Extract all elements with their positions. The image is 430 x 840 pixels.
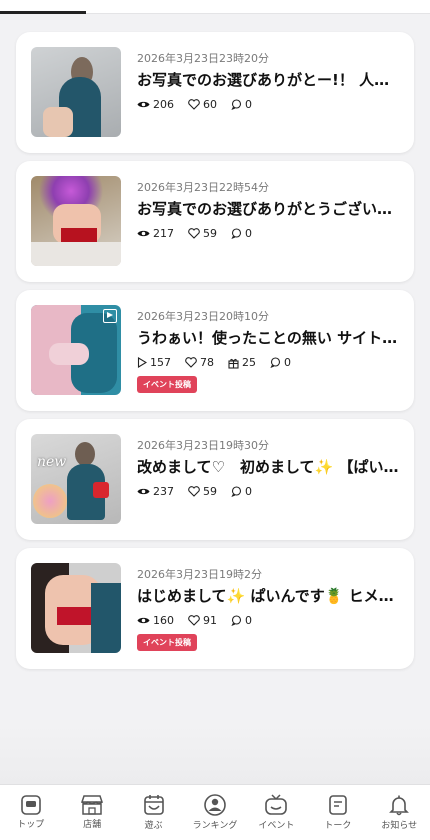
play-count: 157 (150, 356, 171, 369)
heart-icon[interactable] (188, 228, 200, 239)
comment-count: 0 (284, 356, 291, 369)
comment-icon[interactable] (231, 99, 242, 110)
scroll-fade (0, 724, 430, 784)
nav-item-notifications[interactable]: お知らせ (369, 785, 430, 840)
eye-icon (137, 487, 150, 496)
comment-icon[interactable] (270, 357, 281, 368)
bell-icon (389, 795, 410, 816)
post-stats: 206 60 0 (137, 98, 252, 111)
comment-count: 0 (245, 614, 252, 627)
post-title[interactable]: お写真でのお選びありがとー!！ 人… (137, 69, 399, 90)
post-card[interactable]: 2026年3月23日19時2分 はじめまして✨ ぱいんです🍍 ヒメ… 160 9… (16, 548, 414, 669)
post-stats: 157 78 25 0 (137, 356, 291, 369)
nav-item-event[interactable]: イベント (246, 785, 307, 840)
view-count: 237 (153, 485, 174, 498)
post-date: 2026年3月23日23時20分 (137, 52, 269, 65)
like-count: 91 (203, 614, 217, 627)
comment-icon[interactable] (231, 486, 242, 497)
ranking-icon (204, 794, 226, 816)
event-post-badge: イベント投稿 (137, 376, 197, 393)
post-stats: 217 59 0 (137, 227, 252, 240)
comment-count: 0 (245, 485, 252, 498)
eye-icon (137, 616, 150, 625)
post-card[interactable]: 2026年3月23日22時54分 お写真でのお選びありがとうござい… 217 5… (16, 161, 414, 282)
post-title[interactable]: うわぁい！使ったことの無い サイト… (137, 327, 399, 348)
post-date: 2026年3月23日20時10分 (137, 310, 269, 323)
bottom-navigation: トップ 店舗 遊ぶ ランキング イベント トーク お知らせ (0, 784, 430, 840)
gift-icon[interactable] (228, 357, 239, 369)
comment-icon[interactable] (231, 228, 242, 239)
nav-label: ランキング (192, 821, 238, 831)
thumbnail-text-new: new (37, 454, 67, 470)
post-stats: 237 59 0 (137, 485, 252, 498)
nav-label: イベント (258, 821, 295, 831)
heart-icon[interactable] (188, 615, 200, 626)
nav-label: お知らせ (381, 821, 418, 831)
nav-label: 遊ぶ (144, 821, 163, 831)
eye-icon (137, 100, 150, 109)
nav-label: 店舗 (83, 820, 102, 830)
post-card[interactable]: 2026年3月23日20時10分 うわぁい！使ったことの無い サイト… 157 … (16, 290, 414, 411)
post-thumbnail[interactable] (31, 47, 121, 137)
play-icon (137, 357, 147, 368)
nav-item-talk[interactable]: トーク (307, 785, 368, 840)
tab-strip[interactable] (0, 0, 430, 14)
nav-item-ranking[interactable]: ランキング (184, 785, 245, 840)
view-count: 217 (153, 227, 174, 240)
gift-count: 25 (242, 356, 256, 369)
nav-label: トップ (17, 820, 45, 830)
video-icon (103, 309, 117, 323)
heart-icon[interactable] (185, 357, 197, 368)
like-count: 59 (203, 227, 217, 240)
comment-count: 0 (245, 227, 252, 240)
heart-icon[interactable] (188, 99, 200, 110)
post-date: 2026年3月23日22時54分 (137, 181, 269, 194)
post-title[interactable]: 改めまして♡ 初めまして✨ 【ぱい… (137, 456, 399, 477)
post-title[interactable]: はじめまして✨ ぱいんです🍍 ヒメ… (137, 585, 399, 606)
tv-icon (265, 794, 288, 815)
store-icon (81, 795, 104, 815)
nav-item-top[interactable]: トップ (0, 785, 61, 840)
post-thumbnail[interactable] (31, 305, 121, 395)
post-title[interactable]: お写真でのお選びありがとうござい… (137, 198, 399, 219)
post-card[interactable]: new 2026年3月23日19時30分 改めまして♡ 初めまして✨ 【ぱい… … (16, 419, 414, 540)
post-feed: 2026年3月23日23時20分 お写真でのお選びありがとー!！ 人… 206 … (16, 32, 414, 677)
comment-count: 0 (245, 98, 252, 111)
post-thumbnail[interactable]: new (31, 434, 121, 524)
nav-label: トーク (324, 821, 352, 831)
view-count: 206 (153, 98, 174, 111)
chat-icon (329, 795, 347, 815)
comment-icon[interactable] (231, 615, 242, 626)
event-post-badge: イベント投稿 (137, 634, 197, 651)
sticker-icon (93, 482, 109, 498)
post-date: 2026年3月23日19時2分 (137, 568, 262, 581)
nav-item-play[interactable]: 遊ぶ (123, 785, 184, 840)
post-thumbnail[interactable] (31, 176, 121, 266)
post-stats: 160 91 0 (137, 614, 252, 627)
like-count: 59 (203, 485, 217, 498)
nav-item-store[interactable]: 店舗 (61, 785, 122, 840)
post-thumbnail[interactable] (31, 563, 121, 653)
like-count: 60 (203, 98, 217, 111)
eye-icon (137, 229, 150, 238)
view-count: 160 (153, 614, 174, 627)
post-date: 2026年3月23日19時30分 (137, 439, 269, 452)
home-icon (20, 795, 41, 815)
post-card[interactable]: 2026年3月23日23時20分 お写真でのお選びありがとー!！ 人… 206 … (16, 32, 414, 153)
calendar-icon (143, 795, 164, 815)
heart-icon[interactable] (188, 486, 200, 497)
active-tab-indicator (0, 11, 86, 14)
like-count: 78 (200, 356, 214, 369)
